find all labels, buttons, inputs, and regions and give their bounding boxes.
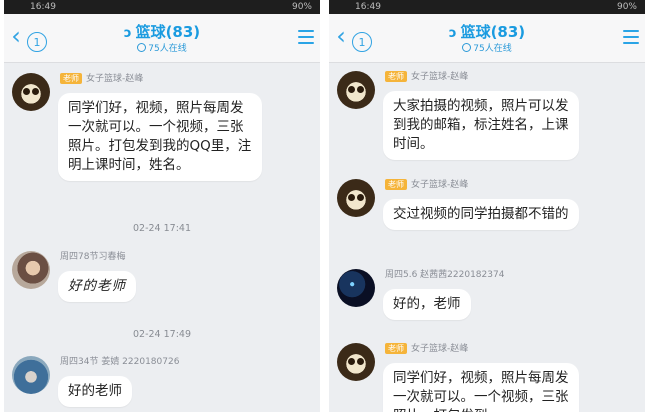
- status-time: 16:49: [355, 2, 381, 12]
- avatar[interactable]: [12, 356, 50, 394]
- chat-screen-right: 16:49 90% ‹ 1 ↄ 篮球(83) 75人在线 老师 女子篮球-赵峰 大家…: [329, 0, 645, 412]
- online-icon: [462, 43, 472, 52]
- group-icon: ↄ: [448, 26, 457, 41]
- group-title[interactable]: ↄ 篮球(83): [329, 22, 645, 44]
- message-bubble[interactable]: 同学们好，视频，照片每周发一次就可以。一个视频，三张照片。打包发到我的QQ里，注…: [58, 93, 262, 181]
- avatar[interactable]: [337, 343, 375, 381]
- avatar[interactable]: [337, 71, 375, 109]
- role-badge: 老师: [385, 179, 407, 190]
- group-title[interactable]: ↄ 篮球(83): [4, 22, 320, 44]
- online-count: 75人在线: [329, 43, 645, 55]
- message-bubble[interactable]: 大家拍摄的视频，照片可以发到我的邮箱，标注姓名，上课时间。: [383, 91, 579, 160]
- menu-icon[interactable]: [298, 30, 314, 44]
- status-bar: 16:49 90%: [4, 0, 320, 14]
- online-icon: [137, 43, 147, 52]
- message-sender: 周四5.6 赵茜茜2220182374: [385, 270, 505, 280]
- message-sender: 周四78节习春梅: [60, 252, 126, 262]
- group-icon: ↄ: [123, 26, 132, 41]
- message-bubble[interactable]: 好的老师: [58, 376, 132, 407]
- avatar[interactable]: [337, 179, 375, 217]
- message-sender: 老师 女子篮球-赵峰: [385, 343, 468, 355]
- group-title-text: 篮球(83): [135, 23, 201, 41]
- chat-screen-left: 16:49 90% ‹ 1 ↄ 篮球(83) 75人在线 老师 女子篮球-赵峰 同学…: [4, 0, 320, 412]
- timestamp: 02-24 17:41: [132, 223, 191, 234]
- avatar[interactable]: [12, 73, 50, 111]
- message-sender: 老师 女子篮球-赵峰: [385, 179, 468, 191]
- status-bar: 16:49 90%: [329, 0, 645, 14]
- message-sender: 老师 女子篮球-赵峰: [385, 71, 468, 83]
- timestamp: 02-24 17:49: [132, 329, 191, 340]
- message-sender: 周四34节 姜婧 2220180726: [60, 357, 180, 367]
- online-count: 75人在线: [4, 43, 320, 55]
- message-sender: 老师 女子篮球-赵峰: [60, 73, 143, 85]
- status-time: 16:49: [30, 2, 56, 12]
- battery-level: 90%: [616, 2, 637, 12]
- message-bubble[interactable]: 同学们好，视频，照片每周发一次就可以。一个视频，三张照片，打包发到: [383, 363, 579, 412]
- avatar[interactable]: [12, 251, 50, 289]
- role-badge: 老师: [60, 73, 82, 84]
- battery-level: 90%: [291, 2, 312, 12]
- message-bubble[interactable]: 好的老师: [58, 271, 136, 302]
- chat-header: ‹ 1 ↄ 篮球(83) 75人在线: [329, 14, 645, 63]
- group-title-text: 篮球(83): [460, 23, 526, 41]
- chat-header: ‹ 1 ↄ 篮球(83) 75人在线: [4, 14, 320, 63]
- message-bubble[interactable]: 好的，老师: [383, 289, 471, 320]
- message-bubble[interactable]: 交过视频的同学拍摄都不错的: [383, 199, 579, 230]
- role-badge: 老师: [385, 71, 407, 82]
- avatar[interactable]: [337, 269, 375, 307]
- menu-icon[interactable]: [623, 30, 639, 44]
- role-badge: 老师: [385, 343, 407, 354]
